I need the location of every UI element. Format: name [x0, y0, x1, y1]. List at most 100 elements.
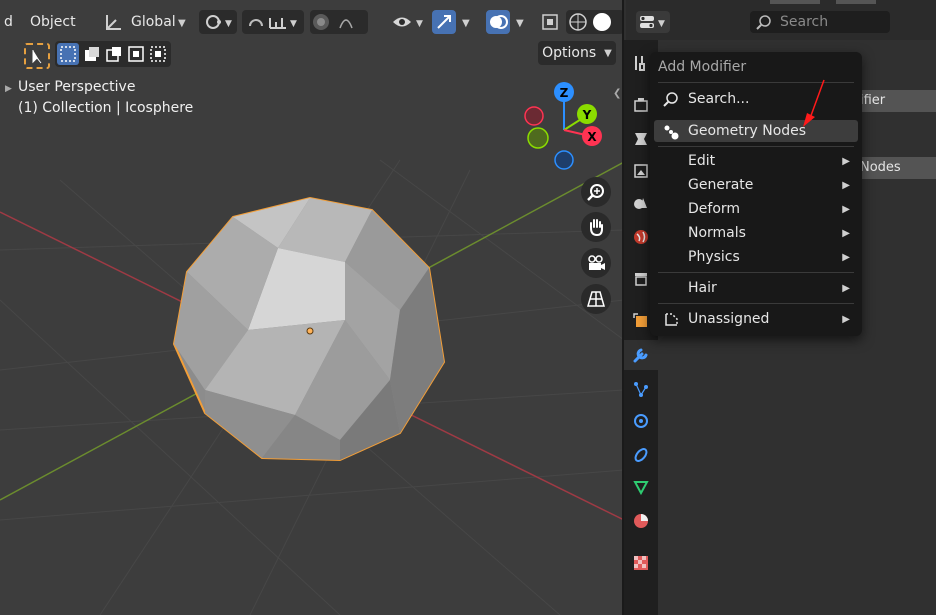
xray-toggle-icon[interactable] [540, 12, 560, 32]
menu-item-generate[interactable]: Generate ▶ [654, 174, 858, 196]
material-icon [634, 514, 648, 528]
camera-view-button[interactable] [581, 248, 611, 278]
output-icon [635, 133, 647, 145]
tab-modifiers[interactable] [624, 340, 658, 370]
cursor-icon [32, 50, 42, 64]
proportional-editing-button[interactable] [310, 10, 368, 34]
submenu-arrow-icon: ▶ [842, 313, 850, 325]
search-placeholder: Search [780, 14, 829, 30]
selection-mode-group[interactable] [55, 41, 171, 67]
menu-item-deform[interactable]: Deform ▶ [654, 198, 858, 220]
tab-texture[interactable] [624, 548, 658, 578]
tab-material[interactable] [624, 506, 658, 536]
menu-item-normals[interactable]: Normals ▶ [654, 222, 858, 244]
submenu-arrow-icon: ▶ [842, 251, 850, 263]
pan-button[interactable] [581, 212, 611, 242]
menu-item-label: Search... [688, 91, 750, 107]
options-dropdown[interactable]: Options ▼ [538, 41, 616, 65]
options-label: Options [542, 45, 597, 61]
menu-item-label: Deform [688, 201, 741, 217]
submenu-arrow-icon: ▶ [842, 282, 850, 294]
svg-text:▼: ▼ [658, 19, 665, 29]
search-icon [663, 92, 678, 107]
select-tool-button[interactable] [24, 43, 50, 69]
object-mode-menu[interactable]: Object [30, 14, 76, 30]
select-box-icon [60, 46, 76, 62]
grid-perspective-icon [587, 291, 605, 307]
menu-item-label: Normals [688, 225, 746, 241]
tab-constraints[interactable] [624, 440, 658, 470]
modifier-name-label: Nodes [860, 160, 901, 175]
constraints-icon [634, 448, 648, 462]
submenu-arrow-icon: ▶ [842, 155, 850, 167]
3d-viewport[interactable]: d Object Global ▼ ▼ ▼ ▼ ▼ ▼ Options ▼ ▶ … [0, 0, 624, 615]
gizmo-arrow-icon [437, 15, 451, 29]
magnet-icon: ▼ [249, 18, 297, 29]
properties-search-field[interactable]: Search [750, 11, 890, 33]
submenu-arrow-icon: ▶ [842, 179, 850, 191]
annotation-arrow [803, 79, 825, 127]
perspective-toggle-button[interactable] [581, 284, 611, 314]
gizmo-toggle-button[interactable] [432, 10, 456, 34]
view-layer-icon [634, 164, 648, 178]
object-visibility-button[interactable]: ▼ [390, 10, 426, 34]
chevron-down-icon[interactable]: ▼ [462, 18, 470, 29]
shading-mode-group[interactable] [566, 10, 624, 34]
perspective-label: User Perspective [18, 79, 136, 95]
negative-z-axis-ball[interactable] [554, 150, 574, 170]
menu-item-hair[interactable]: Hair ▶ [654, 277, 858, 299]
tab-data[interactable] [624, 472, 658, 502]
tool-icon [635, 56, 645, 71]
mesh-data-icon [633, 481, 649, 496]
negative-x-axis-ball[interactable] [524, 106, 544, 126]
camera-icon [588, 255, 605, 270]
snap-button[interactable]: ▼ [242, 10, 304, 34]
pivot-point-button[interactable]: ▼ [199, 10, 237, 34]
editor-type-dropdown[interactable]: ▼ [636, 11, 670, 33]
header-fragment [836, 0, 876, 4]
collection-label: (1) Collection | Icosphere [18, 100, 194, 116]
menu-item-label: Hair [688, 280, 717, 296]
svg-text:▼: ▼ [290, 19, 297, 29]
select-intersect-icon[interactable] [149, 45, 167, 63]
particles-icon [634, 382, 648, 397]
unassigned-icon [665, 313, 678, 326]
menu-item-unassigned[interactable]: Unassigned ▶ [654, 308, 858, 330]
chevron-down-icon[interactable]: ▼ [516, 18, 524, 29]
overlays-icon [490, 15, 508, 29]
submenu-arrow-icon: ▶ [842, 227, 850, 239]
zoom-icon [587, 184, 604, 201]
tab-physics[interactable] [624, 406, 658, 436]
geometry-nodes-icon [664, 125, 679, 140]
menu-item-edit[interactable]: Edit ▶ [654, 150, 858, 172]
z-axis-label: Z [560, 86, 569, 100]
header-fragment [770, 0, 820, 4]
add-modifier-button-label: ifier [860, 93, 886, 108]
submenu-arrow-icon: ▶ [842, 203, 850, 215]
world-icon [634, 230, 648, 244]
menu-item-label: Edit [688, 153, 716, 169]
svg-text:▼: ▼ [416, 19, 423, 29]
select-invert-icon[interactable] [127, 45, 145, 63]
hand-icon [590, 219, 603, 237]
search-icon [756, 15, 771, 30]
navigation-gizmo[interactable]: Z Y X [520, 78, 610, 178]
select-subtract-icon[interactable] [105, 45, 123, 63]
object-icon [633, 313, 647, 327]
tab-particles[interactable] [624, 374, 658, 404]
svg-text:▼: ▼ [225, 19, 232, 29]
overlays-toggle-button[interactable] [486, 10, 510, 34]
transform-orientation-dropdown[interactable]: Global [131, 14, 176, 30]
wireframe-shading-icon [569, 13, 611, 31]
menu-title: Add Modifier [658, 59, 747, 75]
menu-item-physics[interactable]: Physics ▶ [654, 246, 858, 268]
eye-icon: ▼ [393, 17, 423, 29]
header-collapse-icon[interactable]: ▶ [5, 84, 12, 94]
zoom-button[interactable] [581, 177, 611, 207]
negative-y-axis-ball[interactable] [527, 127, 549, 149]
collection-icon [635, 273, 647, 286]
sidebar-toggle-icon[interactable]: ❮ [613, 88, 621, 99]
texture-icon [634, 556, 648, 570]
select-extend-icon[interactable] [83, 45, 101, 63]
select-new-button[interactable] [57, 43, 79, 65]
